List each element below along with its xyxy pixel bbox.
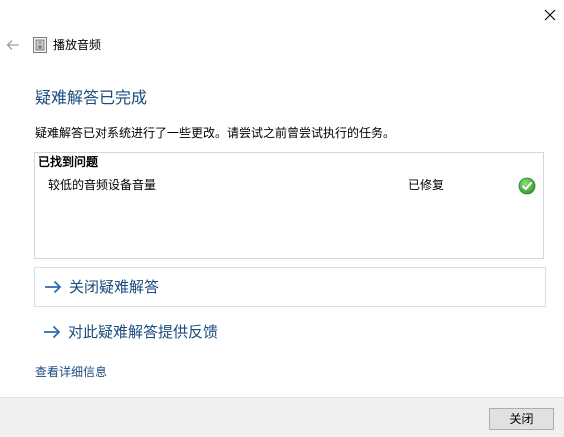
feedback-link[interactable]: 对此疑难解答提供反馈 [34, 312, 546, 352]
close-troubleshooter-label: 关闭疑难解答 [69, 278, 160, 296]
problems-panel [34, 152, 544, 259]
back-arrow-icon [6, 40, 19, 50]
description-text: 疑难解答已对系统进行了一些更改。请尝试之前曾尝试执行的任务。 [35, 126, 396, 140]
feedback-label: 对此疑难解答提供反馈 [68, 323, 219, 341]
audio-troubleshooter-icon [33, 37, 47, 53]
problems-header: 已找到问题 [38, 155, 99, 169]
arrow-right-icon [45, 280, 62, 294]
problem-status: 已修复 [408, 178, 445, 192]
close-icon [544, 9, 556, 21]
close-troubleshooter-link[interactable]: 关闭疑难解答 [34, 267, 546, 307]
back-button[interactable] [2, 34, 24, 56]
page-title: 疑难解答已完成 [35, 88, 148, 107]
close-button[interactable]: 关闭 [489, 408, 554, 430]
problem-name: 较低的音频设备音量 [48, 178, 157, 192]
window-close-button[interactable] [537, 2, 563, 28]
footer-bar [0, 397, 564, 437]
view-details-link[interactable]: 查看详细信息 [35, 364, 107, 380]
arrow-right-icon [44, 325, 61, 339]
check-icon [518, 177, 536, 195]
window-title: 播放音频 [53, 38, 102, 52]
